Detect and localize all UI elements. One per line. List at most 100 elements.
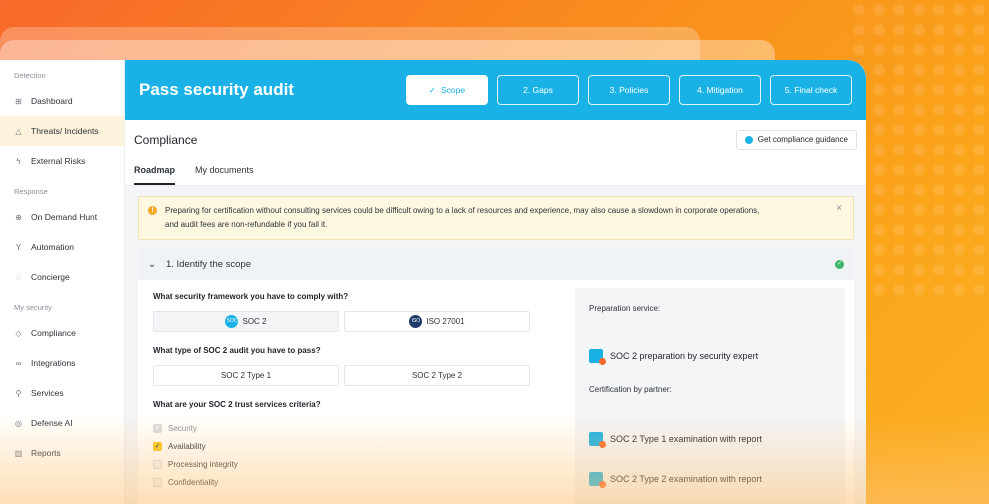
chat-bubble-icon	[744, 135, 753, 144]
branch-icon: Y	[15, 242, 22, 252]
sidebar-item-concierge[interactable]: ◌ Concierge	[0, 262, 124, 292]
button-label: Get compliance guidance	[757, 135, 848, 145]
sidebar-section-response: Response	[14, 187, 48, 196]
step-scope[interactable]: ✓ Scope	[406, 75, 488, 106]
criteria-label: Availability	[168, 441, 206, 451]
sidebar-item-integrations[interactable]: ∞ Integrations	[0, 348, 124, 378]
sidebar-item-label: Services	[31, 388, 64, 398]
warning-alert: ! Preparing for certification without co…	[138, 196, 854, 240]
option-label: SOC 2	[242, 317, 267, 326]
sidebar-item-reports[interactable]: ▥ Reports	[0, 438, 124, 468]
criteria-confidentiality[interactable]: Confidentiality	[153, 473, 553, 491]
chevron-down-icon: ⌄	[148, 258, 156, 270]
pixel-decoration	[849, 0, 989, 300]
criteria-label: Security	[168, 423, 197, 433]
framework-options: SOC SOC 2 ISO ISO 27001	[153, 311, 553, 332]
scope-accordion-header[interactable]: ⌄ 1. Identify the scope ✓	[138, 248, 854, 280]
section-title: Compliance	[134, 132, 198, 147]
sidebar-item-label: Reports	[31, 448, 61, 458]
sidebar: Detection ⊞ Dashboard △ Threats/ Inciden…	[0, 60, 125, 504]
sidebar-item-label: Threats/ Incidents	[31, 126, 99, 136]
shield-ai-icon: ◎	[15, 418, 22, 428]
close-icon[interactable]: ×	[836, 202, 842, 216]
sidebar-item-label: Compliance	[31, 328, 76, 338]
wrench-icon: ⚲	[15, 388, 22, 398]
sidebar-item-label: Automation	[31, 242, 74, 252]
certificate-icon	[589, 432, 606, 448]
sidebar-item-on-demand-hunt[interactable]: ⊕ On Demand Hunt	[0, 202, 124, 232]
step-final-check[interactable]: 5. Final check	[770, 75, 852, 106]
tab-roadmap[interactable]: Roadmap	[134, 160, 176, 185]
question-framework: What security framework you have to comp…	[153, 292, 349, 301]
service-label: SOC 2 Type 1 examination with report	[610, 434, 762, 444]
roadmap-content: ! Preparing for certification without co…	[125, 186, 866, 504]
preparation-label: Preparation service:	[589, 304, 661, 313]
service-type1-exam[interactable]: SOC 2 Type 1 examination with report	[589, 432, 831, 448]
sidebar-item-label: On Demand Hunt	[31, 212, 98, 222]
sidebar-item-label: Integrations	[31, 358, 76, 368]
page-title: Pass security audit	[139, 80, 294, 100]
alert-text-line: Preparing for certification without cons…	[165, 206, 760, 215]
sidebar-section-my-security: My security	[14, 303, 52, 312]
service-label: SOC 2 preparation by security expert	[610, 351, 759, 361]
completed-check-icon: ✓	[835, 260, 844, 269]
service-preparation[interactable]: SOC 2 preparation by security expert	[589, 349, 831, 365]
certificate-icon	[589, 472, 606, 488]
services-panel: Preparation service: SOC 2 preparation b…	[575, 288, 845, 504]
step-gaps[interactable]: 2. Gaps	[497, 75, 579, 106]
option-iso27001[interactable]: ISO ISO 27001	[344, 311, 530, 332]
link-icon: ∞	[15, 358, 22, 368]
scope-title: 1. Identify the scope	[165, 258, 251, 270]
criteria-label: Confidentiality	[168, 477, 219, 487]
get-guidance-button[interactable]: Get compliance guidance	[735, 129, 857, 150]
criteria-label: Processing integrity	[168, 459, 238, 469]
iso-badge-icon: ISO	[409, 315, 423, 328]
sidebar-item-external-risks[interactable]: ϟ External Risks	[0, 146, 124, 176]
target-icon: ⊕	[15, 212, 22, 222]
tab-my-documents[interactable]: My documents	[195, 160, 254, 185]
sidebar-item-label: Defense AI	[31, 418, 73, 428]
checkbox[interactable]: ✓	[153, 441, 162, 451]
main-content: Pass security audit ✓ Scope 2. Gaps 3. P…	[125, 60, 866, 504]
option-label: ISO 27001	[426, 317, 465, 326]
criteria-security[interactable]: ✓ Security	[153, 419, 553, 437]
step-mitigation[interactable]: 4. Mitigation	[679, 75, 761, 106]
chart-icon: ▥	[14, 448, 23, 458]
app-window: Detection ⊞ Dashboard △ Threats/ Inciden…	[0, 60, 866, 504]
certification-label: Certification by partner:	[589, 385, 672, 394]
sidebar-item-label: Concierge	[31, 272, 70, 282]
certificate-icon	[589, 349, 606, 365]
checkbox[interactable]	[153, 459, 162, 469]
grid-icon: ⊞	[15, 96, 22, 106]
chat-icon: ◌	[16, 272, 21, 282]
criteria-availability[interactable]: ✓ Availability	[153, 437, 553, 455]
tabs: Roadmap My documents	[125, 160, 866, 186]
sidebar-item-defense-ai[interactable]: ◎ Defense AI	[0, 408, 124, 438]
alert-text-line: and audit fees are non-refundable if you…	[165, 220, 328, 229]
option-type1[interactable]: SOC 2 Type 1	[153, 365, 339, 386]
sidebar-item-label: External Risks	[31, 156, 86, 166]
soc-badge-icon: SOC	[225, 315, 239, 328]
check-icon: ✓	[428, 84, 436, 95]
audit-banner: Pass security audit ✓ Scope 2. Gaps 3. P…	[125, 60, 866, 121]
option-soc2[interactable]: SOC SOC 2	[153, 311, 339, 332]
sidebar-item-services[interactable]: ⚲ Services	[0, 378, 124, 408]
sidebar-item-dashboard[interactable]: ⊞ Dashboard	[0, 86, 124, 116]
sidebar-item-automation[interactable]: Y Automation	[0, 232, 124, 262]
option-type2[interactable]: SOC 2 Type 2	[344, 365, 530, 386]
service-type2-exam[interactable]: SOC 2 Type 2 examination with report	[589, 472, 831, 488]
sidebar-section-detection: Detection	[14, 71, 46, 80]
sidebar-item-label: Dashboard	[31, 96, 73, 106]
criteria-processing-integrity[interactable]: Processing integrity	[153, 455, 553, 473]
scope-panel: What security framework you have to comp…	[138, 280, 854, 504]
step-policies[interactable]: 3. Policies	[588, 75, 670, 106]
lightning-icon: ϟ	[16, 156, 21, 166]
compliance-header: Compliance Get compliance guidance	[125, 120, 866, 159]
checkbox[interactable]	[153, 477, 162, 487]
warning-icon: !	[148, 206, 157, 215]
sidebar-item-compliance[interactable]: ◇ Compliance	[0, 318, 124, 348]
sidebar-item-threats-incidents[interactable]: △ Threats/ Incidents	[0, 116, 124, 146]
question-audit-type: What type of SOC 2 audit you have to pas…	[153, 346, 321, 355]
checkbox[interactable]: ✓	[153, 423, 162, 433]
bell-icon: △	[15, 126, 22, 136]
